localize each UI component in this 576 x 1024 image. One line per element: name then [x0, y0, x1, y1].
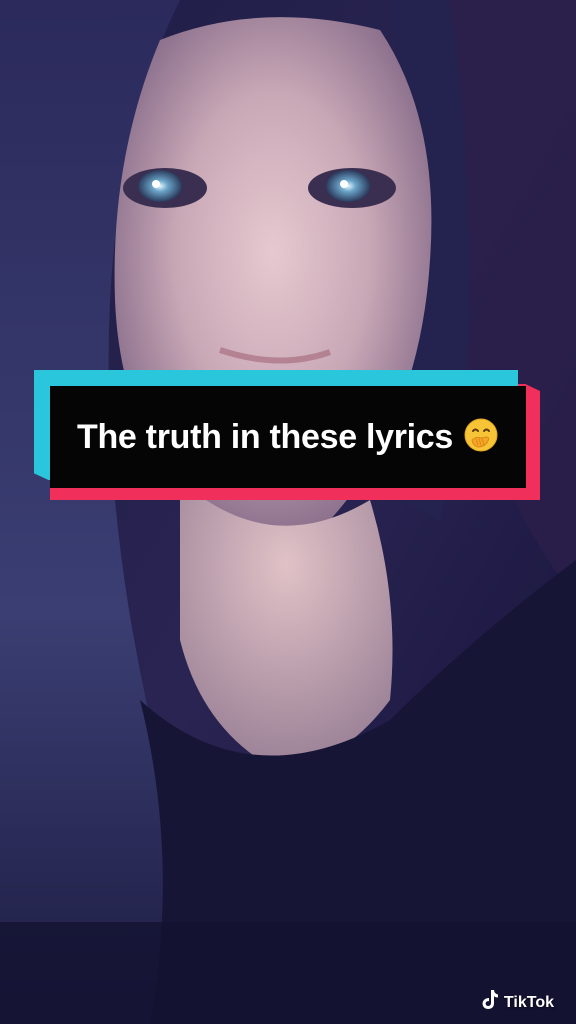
caption-sticker: The truth in these lyrics — [34, 370, 540, 500]
tiktok-brand-text: TikTok — [503, 993, 554, 1011]
tiktok-watermark: TikTok — [480, 989, 554, 1016]
caption-panel: The truth in these lyrics — [50, 386, 526, 488]
hand-over-mouth-icon — [463, 417, 499, 458]
video-frame[interactable]: The truth in these lyrics TikTok — [0, 0, 576, 1024]
video-background-image — [0, 0, 576, 1024]
tiktok-logo-icon — [480, 989, 500, 1016]
caption-text: The truth in these lyrics — [76, 417, 454, 456]
